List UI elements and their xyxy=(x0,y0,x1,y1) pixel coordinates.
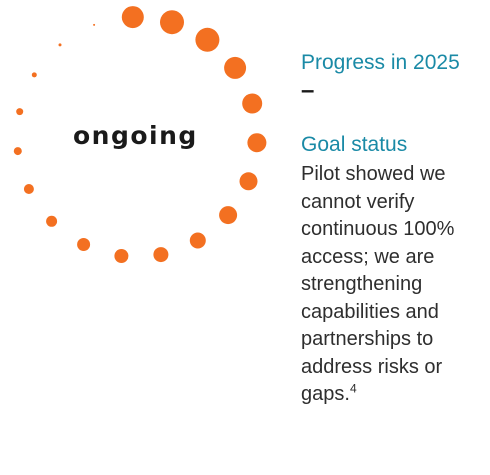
status-dot xyxy=(16,108,24,116)
status-dot xyxy=(46,215,58,227)
status-dot xyxy=(189,232,206,249)
status-dot xyxy=(13,147,22,156)
status-dot xyxy=(160,10,184,35)
status-dot xyxy=(242,93,263,114)
status-label: ongoing xyxy=(73,121,198,150)
status-dot xyxy=(239,172,258,191)
status-dot xyxy=(219,206,238,225)
goal-status-text: Pilot showed we cannot verify continuous… xyxy=(301,161,490,409)
status-dot xyxy=(93,23,96,26)
status-dot xyxy=(247,133,267,153)
info-panel: Progress in 2025 – Goal status Pilot sho… xyxy=(301,50,490,409)
status-dot xyxy=(224,56,247,79)
status-dot xyxy=(195,27,220,52)
status-dot xyxy=(23,184,34,194)
status-dot xyxy=(153,247,169,263)
progress-heading: Progress in 2025 xyxy=(301,51,460,74)
goal-status-body: Pilot showed we cannot verify continuous… xyxy=(301,163,455,405)
status-dot xyxy=(121,6,144,29)
status-dot xyxy=(77,238,91,251)
status-dot xyxy=(31,72,37,78)
footnote-marker: 4 xyxy=(349,381,357,396)
goal-status-heading: Goal status xyxy=(301,133,408,156)
status-dot xyxy=(114,249,129,263)
status-dot xyxy=(58,43,62,47)
progress-value: – xyxy=(301,77,315,104)
